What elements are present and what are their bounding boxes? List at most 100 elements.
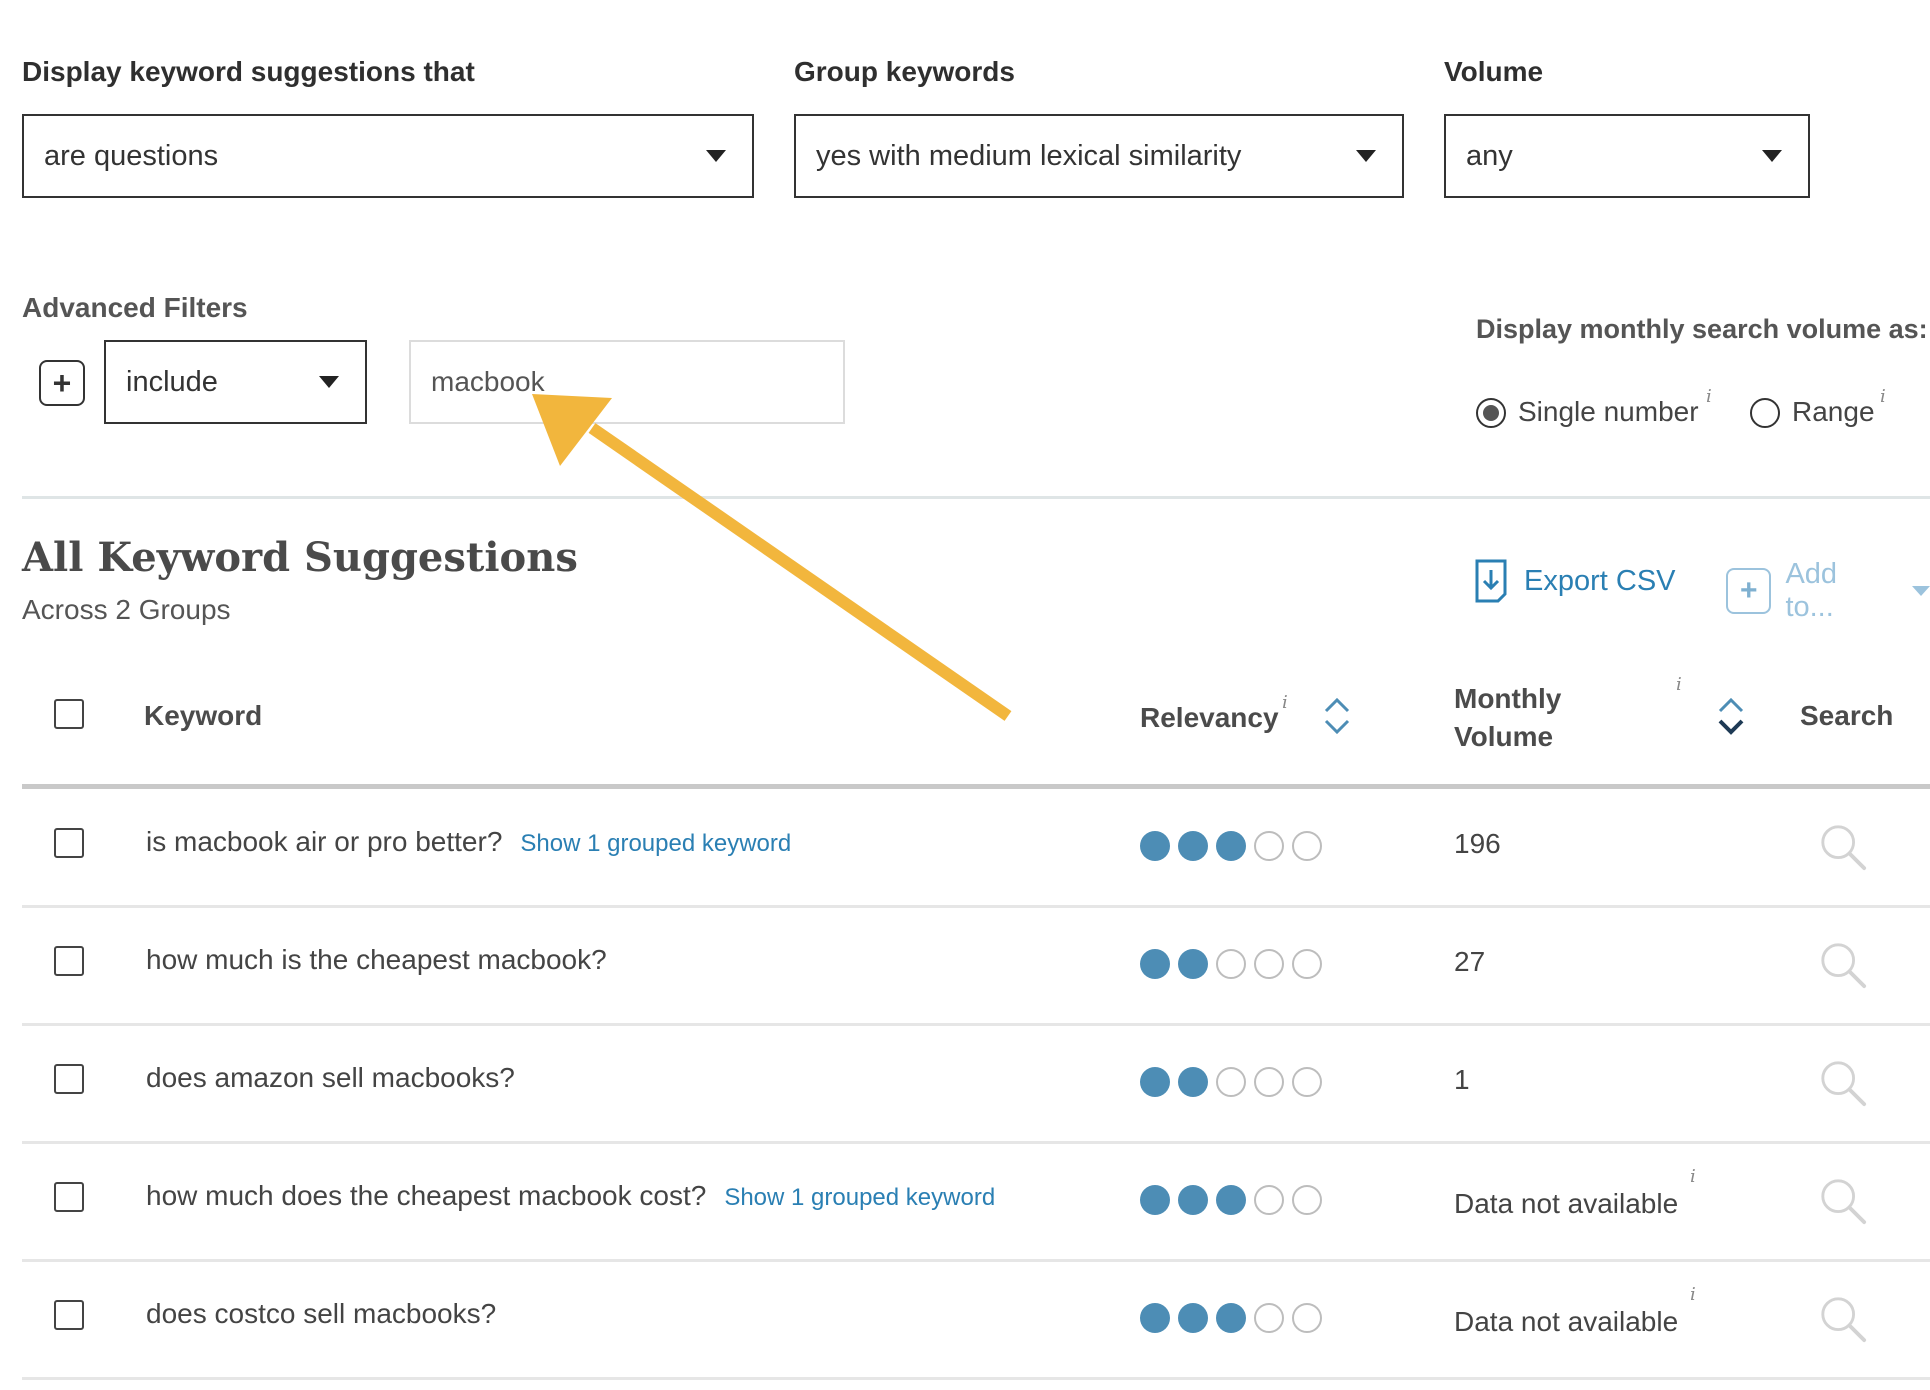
table-header-divider — [22, 784, 1930, 789]
keyword-text: how much does the cheapest macbook cost? — [146, 1180, 707, 1211]
relevancy-dot-empty — [1254, 1067, 1284, 1097]
show-grouped-keyword-link[interactable]: Show 1 grouped keyword — [520, 830, 791, 857]
display-volume-label: Display monthly search volume as: — [1476, 314, 1928, 344]
monthly-volume-cell: 196 — [1454, 828, 1501, 859]
download-file-icon — [1475, 559, 1507, 603]
keyword-cell: is macbook air or pro better? Show 1 grou… — [146, 826, 791, 858]
relevancy-dot-filled — [1140, 1185, 1170, 1215]
row-checkbox[interactable] — [54, 1300, 84, 1330]
keyword-cell: does amazon sell macbooks? — [146, 1062, 515, 1094]
row-divider — [22, 1259, 1930, 1262]
keyword-text: does costco sell macbooks? — [146, 1298, 497, 1329]
add-to-button[interactable]: + Add to... — [1726, 558, 1930, 624]
relevancy-dot-empty — [1216, 1067, 1246, 1097]
filter-mode-value: include — [126, 365, 218, 398]
keyword-column-header[interactable]: Keyword — [144, 700, 262, 732]
row-checkbox[interactable] — [54, 828, 84, 858]
section-divider — [22, 496, 1930, 499]
row-checkbox[interactable] — [54, 1182, 84, 1212]
row-divider — [22, 1377, 1930, 1380]
relevancy-dot-filled — [1216, 1303, 1246, 1333]
info-icon[interactable]: i — [1706, 386, 1712, 407]
show-grouped-keyword-link[interactable]: Show 1 grouped keyword — [724, 1184, 995, 1211]
info-icon[interactable]: i — [1690, 1284, 1696, 1305]
volume-select[interactable]: any — [1444, 114, 1810, 198]
filter-mode-select[interactable]: include — [104, 340, 367, 424]
search-column-header: Search — [1800, 700, 1894, 731]
relevancy-dot-empty — [1292, 1303, 1322, 1333]
relevancy-dot-filled — [1178, 1303, 1208, 1333]
search-icon[interactable] — [1818, 1176, 1868, 1226]
range-label: Range — [1792, 396, 1875, 427]
sort-icon[interactable] — [1322, 696, 1352, 736]
filter-term-input[interactable]: macbook — [409, 340, 845, 424]
relevancy-rating — [1140, 949, 1322, 979]
relevancy-dot-filled — [1140, 831, 1170, 861]
row-checkbox[interactable] — [54, 946, 84, 976]
section-title: All Keyword Suggestions — [22, 534, 578, 581]
row-checkbox[interactable] — [54, 1064, 84, 1094]
dropdown-caret-icon — [1762, 150, 1782, 162]
suggestions-filter-select[interactable]: are questions — [22, 114, 754, 198]
relevancy-dot-filled — [1140, 949, 1170, 979]
monthly-volume-cell: 1 — [1454, 1064, 1470, 1095]
relevancy-rating — [1140, 831, 1322, 861]
filter-term-value: macbook — [431, 366, 545, 397]
dropdown-caret-icon — [706, 150, 726, 162]
group-keywords-label: Group keywords — [794, 56, 1015, 87]
info-icon[interactable]: i — [1880, 386, 1886, 407]
relevancy-dot-filled — [1178, 949, 1208, 979]
info-icon[interactable]: i — [1676, 674, 1682, 695]
select-all-checkbox[interactable] — [54, 699, 84, 729]
suggestions-filter-label: Display keyword suggestions that — [22, 56, 475, 87]
relevancy-dot-filled — [1140, 1303, 1170, 1333]
monthly-volume-column-header[interactable]: Monthly Volume — [1454, 680, 1561, 756]
relevancy-column-header[interactable]: Relevancy — [1140, 702, 1279, 734]
relevancy-dot-empty — [1292, 1067, 1322, 1097]
row-divider — [22, 1141, 1930, 1144]
relevancy-dot-empty — [1292, 831, 1322, 861]
monthly-volume-cell: Data not available — [1454, 1306, 1679, 1337]
relevancy-dot-empty — [1216, 949, 1246, 979]
monthly-volume-cell: Data not available — [1454, 1188, 1679, 1219]
dropdown-caret-icon — [319, 376, 339, 388]
relevancy-dot-filled — [1216, 1185, 1246, 1215]
advanced-filters-label: Advanced Filters — [22, 292, 248, 323]
add-to-label: Add to... — [1785, 558, 1838, 623]
relevancy-dot-filled — [1140, 1067, 1170, 1097]
relevancy-dot-filled — [1216, 831, 1246, 861]
volume-label: Volume — [1444, 56, 1544, 87]
relevancy-dot-filled — [1178, 1067, 1208, 1097]
search-icon[interactable] — [1818, 1294, 1868, 1344]
keyword-cell: how much is the cheapest macbook? — [146, 944, 607, 976]
keyword-cell: does costco sell macbooks? — [146, 1298, 496, 1330]
single-number-label: Single number — [1518, 396, 1699, 427]
dropdown-caret-icon — [1356, 150, 1376, 162]
range-radio[interactable] — [1750, 398, 1780, 428]
relevancy-rating — [1140, 1185, 1322, 1215]
relevancy-dot-empty — [1254, 949, 1284, 979]
relevancy-dot-filled — [1178, 1185, 1208, 1215]
sort-desc-icon[interactable] — [1716, 696, 1746, 736]
chevron-down-icon — [1912, 586, 1930, 596]
single-number-radio[interactable] — [1476, 398, 1506, 428]
keyword-text: does amazon sell macbooks? — [146, 1062, 515, 1093]
keyword-text: is macbook air or pro better? — [146, 826, 503, 857]
info-icon[interactable]: i — [1282, 692, 1288, 713]
info-icon[interactable]: i — [1690, 1166, 1696, 1187]
search-icon[interactable] — [1818, 940, 1868, 990]
export-csv-button[interactable]: Export CSV — [1474, 558, 1676, 604]
relevancy-rating — [1140, 1303, 1322, 1333]
relevancy-dot-filled — [1178, 831, 1208, 861]
monthly-volume-header-line2: Volume — [1454, 721, 1554, 752]
search-icon[interactable] — [1818, 1058, 1868, 1108]
monthly-volume-header-line1: Monthly — [1454, 683, 1562, 714]
relevancy-dot-empty — [1254, 1185, 1284, 1215]
add-filter-button[interactable]: + — [39, 360, 85, 406]
relevancy-dot-empty — [1254, 1303, 1284, 1333]
keyword-text: how much is the cheapest macbook? — [146, 944, 607, 975]
search-icon[interactable] — [1818, 822, 1868, 872]
relevancy-rating — [1140, 1067, 1322, 1097]
group-keywords-select[interactable]: yes with medium lexical similarity — [794, 114, 1404, 198]
row-divider — [22, 1023, 1930, 1026]
